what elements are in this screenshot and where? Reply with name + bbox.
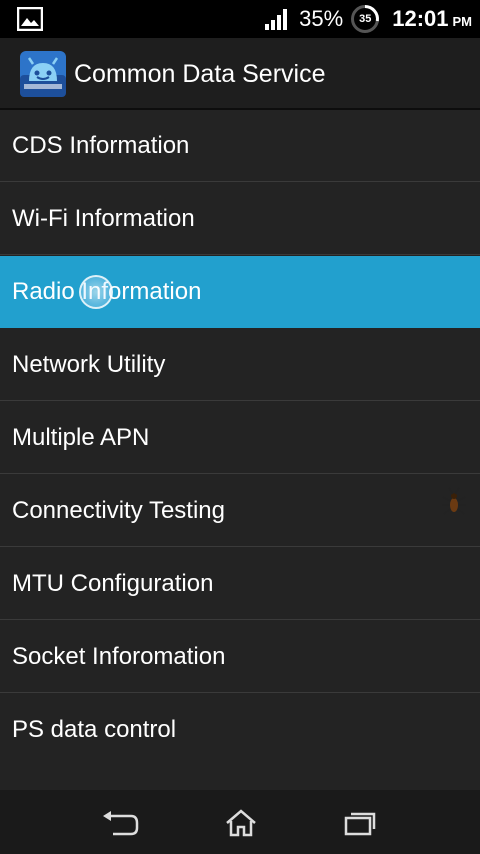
- menu-item-label: Socket Inforomation: [12, 643, 226, 670]
- battery-percent: 35%: [299, 6, 344, 31]
- back-icon[interactable]: [101, 808, 141, 838]
- status-bar: 35% 35 12:01 PM: [0, 0, 480, 38]
- menu-item-label: Network Utility: [12, 351, 166, 378]
- menu-item-label: Multiple APN: [12, 424, 150, 451]
- signal-icon: [265, 9, 288, 30]
- battery-icon: 35: [350, 4, 380, 34]
- menu-item-multiple-apn[interactable]: Multiple APN: [0, 402, 480, 474]
- clock: 12:01: [392, 6, 449, 31]
- app-title: Common Data Service: [74, 60, 326, 88]
- gallery-notification-icon: [17, 7, 43, 31]
- clock-ampm: PM: [452, 13, 473, 29]
- menu-item-connectivity-testing[interactable]: Connectivity Testing: [0, 475, 480, 547]
- menu-list: CDS Information Wi-Fi Information Radio …: [0, 110, 480, 790]
- app-bar: Common Data Service: [0, 38, 480, 110]
- menu-item-label: PS data control: [12, 716, 177, 743]
- navigation-bar: [0, 790, 480, 854]
- battery-ring-value: 35: [359, 13, 372, 25]
- android-app-icon[interactable]: [20, 51, 66, 97]
- bug-icon: [442, 487, 466, 515]
- menu-item-radio-information[interactable]: Radio Information: [0, 256, 480, 328]
- status-icons: 35% 35 12:01 PM: [265, 4, 472, 34]
- menu-item-network-utility[interactable]: Network Utility: [0, 329, 480, 401]
- menu-item-wifi-information[interactable]: Wi-Fi Information: [0, 183, 480, 255]
- touch-indicator: [79, 275, 113, 309]
- menu-item-label: Wi-Fi Information: [12, 205, 195, 232]
- menu-item-label: CDS Information: [12, 132, 190, 159]
- menu-item-mtu-configuration[interactable]: MTU Configuration: [0, 548, 480, 620]
- recent-apps-icon[interactable]: [340, 808, 380, 838]
- home-icon[interactable]: [221, 808, 261, 838]
- menu-item-label: Connectivity Testing: [12, 497, 225, 524]
- menu-item-ps-data-control[interactable]: PS data control: [0, 694, 480, 766]
- menu-item-socket-information[interactable]: Socket Inforomation: [0, 621, 480, 693]
- menu-item-label: MTU Configuration: [12, 570, 214, 597]
- menu-item-cds-information[interactable]: CDS Information: [0, 110, 480, 182]
